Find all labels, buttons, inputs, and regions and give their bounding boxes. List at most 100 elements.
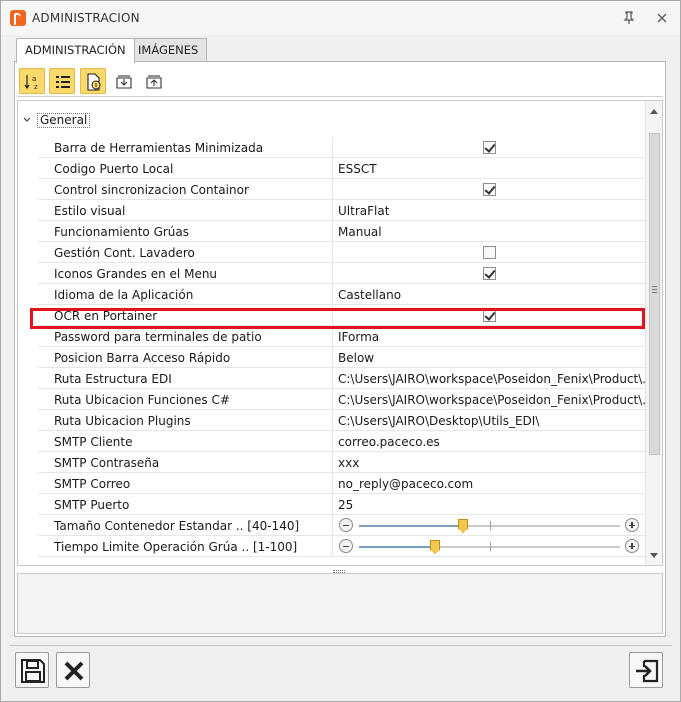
chevron-down-icon[interactable] [23, 117, 31, 123]
property-row[interactable]: Tamaño Contenedor Estandar .. [40-140] [38, 515, 645, 536]
property-value[interactable]: xxx [334, 452, 645, 473]
property-name: Ruta Ubicacion Plugins [38, 410, 333, 431]
property-row[interactable]: Estilo visual UltraFlat [38, 200, 645, 221]
scroll-down-icon[interactable] [650, 553, 658, 558]
sort-alphabetical-icon: a z [24, 75, 38, 91]
property-name: Iconos Grandes en el Menu [38, 263, 333, 284]
property-row[interactable]: Control sincronizacion Containor [38, 179, 645, 200]
property-name: Ruta Ubicacion Funciones C# [38, 389, 333, 410]
property-value[interactable]: Below [334, 347, 645, 368]
property-pages-icon [87, 73, 101, 91]
property-row[interactable]: Funcionamiento Grúas Manual [38, 221, 645, 242]
property-value[interactable] [334, 242, 645, 263]
property-row[interactable]: Tiempo Limite Operación Grúa .. [1-100] [38, 536, 645, 557]
property-row[interactable]: Iconos Grandes en el Menu [38, 263, 645, 284]
checkbox[interactable] [483, 309, 496, 322]
title-bar[interactable]: ADMINISTRACION [1, 1, 680, 35]
property-name: Password para terminales de patio [38, 326, 333, 347]
scroll-up-icon[interactable] [650, 109, 658, 114]
scroll-thumb[interactable] [649, 133, 660, 455]
property-row[interactable]: SMTP Correo no_reply@paceco.com [38, 473, 645, 494]
property-row[interactable]: SMTP Puerto 25 [38, 494, 645, 515]
property-value[interactable] [334, 137, 645, 158]
property-value[interactable]: C:\Users\JAIRO\Desktop\Utils_EDI\ [334, 410, 645, 431]
property-row[interactable]: Barra de Herramientas Minimizada [38, 137, 645, 158]
save-button[interactable] [15, 652, 49, 688]
pin-icon[interactable] [620, 9, 638, 27]
property-name: SMTP Puerto [38, 494, 333, 515]
tab-imagenes[interactable]: IMÁGENES [129, 38, 208, 62]
property-value[interactable]: Castellano [334, 284, 645, 305]
property-row[interactable]: Password para terminales de patio IForma [38, 326, 645, 347]
property-name: Ruta Estructura EDI [38, 368, 333, 389]
slider-track[interactable] [359, 519, 620, 533]
export-button[interactable] [110, 68, 136, 94]
property-value[interactable] [334, 515, 645, 536]
svg-text:z: z [34, 83, 38, 91]
exit-icon [636, 659, 659, 683]
property-value[interactable]: 25 [334, 494, 645, 515]
property-row[interactable]: SMTP Cliente correo.paceco.es [38, 431, 645, 452]
categorized-list-icon [56, 76, 70, 88]
property-value[interactable]: Manual [334, 221, 645, 242]
property-row[interactable]: Idioma de la Aplicación Castellano [38, 284, 645, 305]
property-value[interactable] [334, 536, 645, 557]
property-value[interactable]: C:\Users\JAIRO\workspace\Poseidon_Fenix\… [334, 389, 645, 410]
property-value[interactable]: no_reply@paceco.com [334, 473, 645, 494]
property-value[interactable] [334, 179, 645, 200]
checkbox[interactable] [483, 183, 496, 196]
checkbox[interactable] [483, 246, 496, 259]
slider[interactable] [334, 536, 645, 557]
property-value[interactable]: ESSCT [334, 158, 645, 179]
property-value[interactable] [334, 305, 645, 326]
cancel-button[interactable] [56, 652, 90, 688]
plus-icon[interactable] [625, 539, 639, 553]
property-pages-button[interactable] [80, 68, 106, 94]
export-icon [116, 75, 132, 89]
property-row[interactable]: Ruta Ubicacion Plugins C:\Users\JAIRO\Des… [38, 410, 645, 431]
property-rows: Barra de Herramientas Minimizada Codigo P… [38, 137, 645, 557]
property-name: Barra de Herramientas Minimizada [38, 137, 333, 158]
property-value[interactable]: correo.paceco.es [334, 431, 645, 452]
property-name: Idioma de la Aplicación [38, 284, 333, 305]
property-row[interactable]: OCR en Portainer [38, 305, 645, 326]
categorized-button[interactable] [49, 68, 75, 94]
exit-button[interactable] [629, 652, 663, 688]
property-name: Codigo Puerto Local [38, 158, 333, 179]
plus-icon[interactable] [625, 518, 639, 532]
slider-tick [490, 542, 491, 551]
property-value[interactable]: C:\Users\JAIRO\workspace\Poseidon_Fenix\… [334, 368, 645, 389]
minus-icon[interactable] [339, 518, 353, 532]
property-row[interactable]: Gestión Cont. Lavadero [38, 242, 645, 263]
minus-icon[interactable] [339, 539, 353, 553]
slider-thumb[interactable] [430, 540, 440, 554]
close-icon[interactable] [653, 9, 671, 27]
property-name: Funcionamiento Grúas [38, 221, 333, 242]
slider[interactable] [334, 515, 645, 536]
group-header[interactable]: General [18, 101, 645, 137]
property-row[interactable]: Posicion Barra Acceso Rápido Below [38, 347, 645, 368]
tab-panel: a z General Barra de Herramientas Minimi… [14, 61, 666, 637]
property-value[interactable] [334, 263, 645, 284]
divider [9, 645, 672, 646]
property-row[interactable]: SMTP Contraseña xxx [38, 452, 645, 473]
property-row[interactable]: Ruta Estructura EDI C:\Users\JAIRO\worksp… [38, 368, 645, 389]
slider-track[interactable] [359, 540, 620, 554]
slider-fill [359, 525, 463, 527]
property-row[interactable]: Codigo Puerto Local ESSCT [38, 158, 645, 179]
cancel-icon [64, 661, 84, 681]
checkbox[interactable] [483, 267, 496, 280]
slider-thumb[interactable] [458, 519, 468, 533]
property-name: Tamaño Contenedor Estandar .. [40-140] [38, 515, 333, 536]
checkbox[interactable] [483, 141, 496, 154]
property-value[interactable]: UltraFlat [334, 200, 645, 221]
property-row[interactable]: Ruta Ubicacion Funciones C# C:\Users\JAIR… [38, 389, 645, 410]
sort-alphabetical-button[interactable]: a z [19, 68, 45, 94]
property-name: Gestión Cont. Lavadero [38, 242, 333, 263]
admin-window: ADMINISTRACION ADMINISTRACIÓN IMÁGENES a… [0, 0, 681, 702]
tab-label: ADMINISTRACIÓN [25, 43, 126, 57]
import-button[interactable] [140, 68, 166, 94]
vertical-scrollbar[interactable] [645, 101, 662, 565]
property-value[interactable]: IForma [334, 326, 645, 347]
tab-administracion[interactable]: ADMINISTRACIÓN [16, 38, 135, 63]
